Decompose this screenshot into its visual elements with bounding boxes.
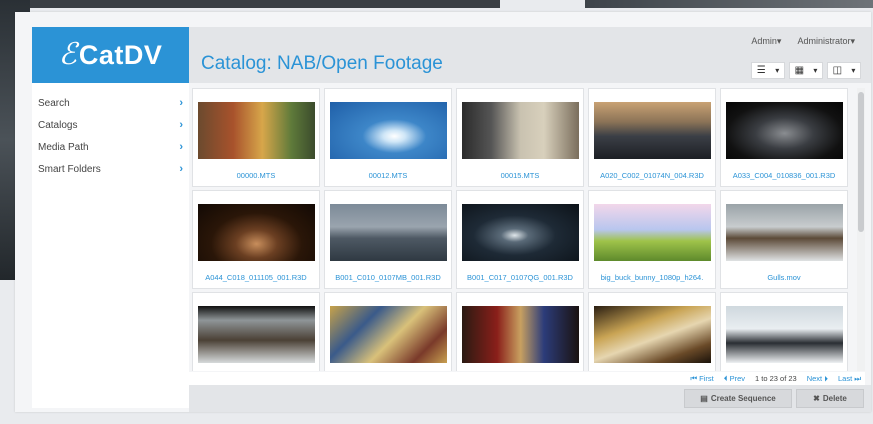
clip-tile[interactable]: 00015.MTS (456, 88, 584, 187)
view-buttons: ☰ ▾ ▦ ▾ ◫ ▾ (751, 62, 861, 79)
page-range: 1 to 23 of 23 (755, 374, 797, 383)
clip-tile[interactable]: 00012.MTS (324, 88, 452, 187)
sidebar-item-label: Smart Folders (38, 163, 101, 175)
clip-tile[interactable] (192, 292, 320, 371)
next-page-link[interactable]: Next ⏵ (807, 374, 828, 384)
logo-mark-icon: ℰ (58, 37, 77, 72)
action-bar: ▤ Create Sequence ✖ Delete (189, 385, 871, 412)
clip-tile[interactable] (588, 292, 716, 371)
clip-thumbnail[interactable] (198, 102, 315, 159)
clip-thumbnail[interactable] (198, 204, 315, 261)
user-menus: Admin▾ Administrator▾ (751, 36, 855, 47)
create-sequence-button[interactable]: ▤ Create Sequence (684, 389, 792, 408)
clip-tile[interactable]: big_buck_bunny_1080p_h264. (588, 190, 716, 289)
chevron-right-icon: › (179, 119, 183, 131)
chevron-down-icon: ▾ (776, 36, 782, 46)
chevron-down-icon: ▾ (851, 66, 856, 75)
chevron-right-icon: › (179, 97, 183, 109)
clip-thumbnail[interactable] (594, 306, 711, 363)
clip-name[interactable]: 00015.MTS (457, 171, 583, 180)
clip-tile[interactable]: Gulls.mov (720, 190, 848, 289)
sidebar-item-search[interactable]: Search › (32, 92, 189, 114)
list-icon: ☰ (756, 65, 766, 76)
panel-icon: ◫ (832, 65, 843, 76)
clip-thumbnail[interactable] (726, 306, 843, 363)
clip-tile[interactable]: B001_C010_0107MB_001.R3D (324, 190, 452, 289)
clip-thumbnail[interactable] (462, 204, 579, 261)
background-desktop-top-right (585, 0, 873, 8)
clip-grid: 00000.MTS 00012.MTS 00015.MTS A020_C002_… (189, 88, 855, 371)
clip-thumbnail[interactable] (330, 204, 447, 261)
chevron-down-icon: ▾ (775, 66, 780, 75)
clip-name[interactable]: big_buck_bunny_1080p_h264. (589, 273, 715, 282)
chevron-down-icon: ▾ (813, 66, 818, 75)
admin-menu[interactable]: Admin▾ (751, 36, 781, 47)
clip-tile[interactable]: A020_C002_01074N_004.R3D (588, 88, 716, 187)
grid-view-button[interactable]: ▦ ▾ (789, 62, 823, 79)
header-bar: Catalog: NAB/Open Footage Admin▾ Adminis… (189, 27, 871, 83)
clip-tile[interactable]: B001_C017_0107QG_001.R3D (456, 190, 584, 289)
close-icon: ✖ (813, 394, 820, 403)
scrollbar-thumb[interactable] (858, 92, 864, 232)
sidebar-item-catalogs[interactable]: Catalogs › (32, 114, 189, 136)
filmstrip-icon: ▤ (700, 394, 708, 403)
clip-tile[interactable] (456, 292, 584, 371)
catdv-logo[interactable]: ℰ CatDV (32, 27, 189, 83)
clip-name[interactable]: B001_C010_0107MB_001.R3D (325, 273, 451, 282)
sidebar-item-label: Catalogs (38, 119, 78, 131)
panel-view-button[interactable]: ◫ ▾ (827, 62, 861, 79)
chevron-right-icon: › (179, 163, 183, 175)
clip-tile[interactable] (324, 292, 452, 371)
app-window: ℰ CatDV Catalog: NAB/Open Footage Admin▾… (15, 12, 871, 412)
clip-tile[interactable]: A044_C018_011105_001.R3D (192, 190, 320, 289)
clip-thumbnail[interactable] (726, 102, 843, 159)
clip-thumbnail[interactable] (198, 306, 315, 363)
clip-thumbnail[interactable] (594, 102, 711, 159)
administrator-menu-label: Administrator (797, 36, 851, 46)
clip-thumbnail[interactable] (726, 204, 843, 261)
admin-menu-label: Admin (751, 36, 777, 46)
delete-button[interactable]: ✖ Delete (796, 389, 864, 408)
first-page-link[interactable]: ⏮ First (690, 374, 713, 384)
clip-name[interactable]: A033_C004_010836_001.R3D (721, 171, 847, 180)
chevron-right-icon: › (179, 141, 183, 153)
administrator-menu[interactable]: Administrator▾ (797, 36, 855, 47)
create-sequence-label: Create Sequence (710, 394, 776, 403)
clip-thumbnail[interactable] (462, 102, 579, 159)
clip-tile[interactable] (720, 292, 848, 371)
clip-thumbnail[interactable] (462, 306, 579, 363)
prev-page-link[interactable]: ⏴ Prev (724, 374, 745, 384)
clip-name[interactable]: 00012.MTS (325, 171, 451, 180)
clip-thumbnail[interactable] (330, 306, 447, 363)
delete-label: Delete (822, 394, 847, 403)
sidebar-item-smart-folders[interactable]: Smart Folders › (32, 158, 189, 180)
page-title: Catalog: NAB/Open Footage (201, 53, 443, 74)
clip-name[interactable]: B001_C017_0107QG_001.R3D (457, 273, 583, 282)
background-desktop-top (30, 0, 500, 8)
list-view-button[interactable]: ☰ ▾ (751, 62, 785, 79)
clip-thumbnail[interactable] (330, 102, 447, 159)
chevron-down-icon: ▾ (850, 36, 855, 46)
clip-name[interactable]: 00000.MTS (193, 171, 319, 180)
clip-name[interactable]: A020_C002_01074N_004.R3D (589, 171, 715, 180)
clip-tile[interactable]: 00000.MTS (192, 88, 320, 187)
grid-icon: ▦ (794, 65, 805, 76)
clip-name[interactable]: A044_C018_011105_001.R3D (193, 273, 319, 282)
pagination: ⏮ First ⏴ Prev 1 to 23 of 23 Next ⏵ Last… (189, 372, 865, 385)
clip-thumbnail[interactable] (594, 204, 711, 261)
sidebar-item-media-path[interactable]: Media Path › (32, 136, 189, 158)
sidebar: Search › Catalogs › Media Path › Smart F… (32, 83, 189, 408)
clip-tile[interactable]: A033_C004_010836_001.R3D (720, 88, 848, 187)
sidebar-item-label: Media Path (38, 141, 89, 153)
sidebar-item-label: Search (38, 97, 70, 109)
last-page-link[interactable]: Last ⏭ (838, 374, 861, 384)
grid-scrollbar[interactable] (857, 88, 865, 371)
logo-text: CatDV (78, 39, 163, 70)
clip-name[interactable]: Gulls.mov (721, 273, 847, 282)
